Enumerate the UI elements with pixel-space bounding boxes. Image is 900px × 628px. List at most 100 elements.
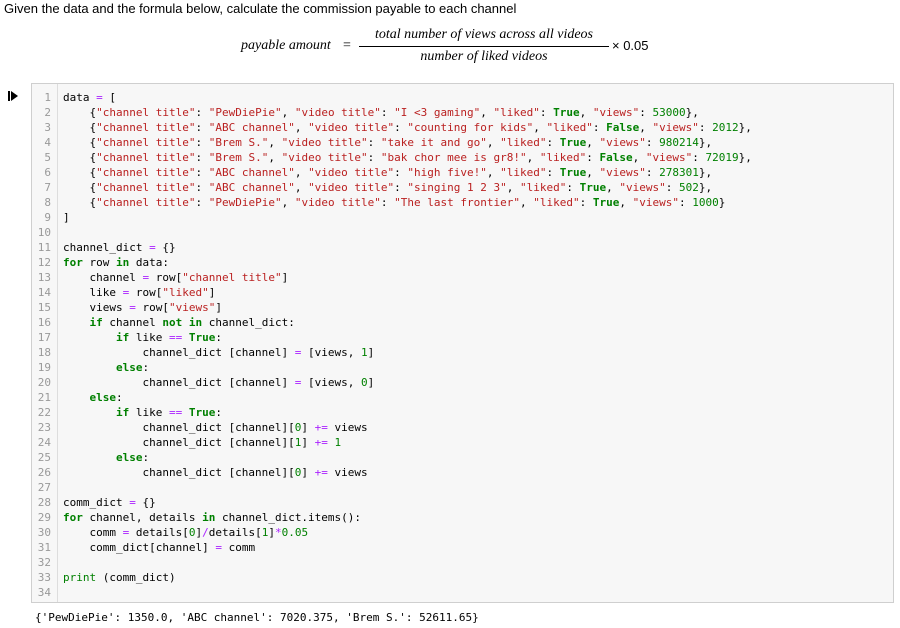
code-text: else: xyxy=(115,451,150,464)
code-text: views = row["views"] xyxy=(63,301,222,314)
code-cell[interactable]: 1 data = [2 {"channel title": "PewDiePie"… xyxy=(31,83,894,603)
code-text: channel_dict [channel][0] += views xyxy=(63,421,368,434)
code-text: comm_dict = {} xyxy=(63,496,156,509)
code-text: print (comm_dict) xyxy=(63,571,176,584)
line-number: 3 xyxy=(44,121,51,134)
line-number: 25 xyxy=(37,451,51,464)
code-line[interactable]: 15 views = row["views"] xyxy=(32,300,893,315)
code-line[interactable]: 25 else: xyxy=(32,450,893,465)
code-text: if like == True: xyxy=(115,331,222,344)
code-text: {"channel title": "ABC channel", "video … xyxy=(63,121,752,134)
code-line[interactable]: 3 {"channel title": "ABC channel", "vide… xyxy=(32,120,893,135)
code-line[interactable]: 20 channel_dict [channel] = [views, 0] xyxy=(32,375,893,390)
code-line[interactable]: 29 for channel, details in channel_dict.i… xyxy=(32,510,893,525)
code-text: {"channel title": "PewDiePie", "video ti… xyxy=(63,106,699,119)
line-number: 21 xyxy=(37,391,51,404)
commission-formula: payable amount = total number of views a… xyxy=(0,26,900,70)
line-number: 28 xyxy=(37,496,51,509)
line-number: 1 xyxy=(44,91,51,104)
code-line[interactable]: 18 channel_dict [channel] = [views, 1] xyxy=(32,345,893,360)
code-line[interactable]: 22 if like == True: xyxy=(32,405,893,420)
line-number: 6 xyxy=(44,166,51,179)
code-line[interactable]: 6 {"channel title": "ABC channel", "vide… xyxy=(32,165,893,180)
formula-multiplier: × 0.05 xyxy=(612,38,649,53)
code-text: else: xyxy=(115,361,150,374)
code-editor[interactable]: 1 data = [2 {"channel title": "PewDiePie"… xyxy=(32,90,893,600)
line-number: 7 xyxy=(44,181,51,194)
code-line[interactable]: 31 comm_dict[channel] = comm xyxy=(32,540,893,555)
code-line[interactable]: 21 else: xyxy=(32,390,893,405)
code-text: if channel not in channel_dict: xyxy=(89,316,295,329)
line-number: 4 xyxy=(44,136,51,149)
code-line[interactable]: 32 xyxy=(32,555,893,570)
code-line[interactable]: 34 xyxy=(32,585,893,600)
code-text: data = [ xyxy=(63,91,116,104)
intro-text: Given the data and the formula below, ca… xyxy=(4,1,517,16)
code-text: {"channel title": "Brem S.", "video titl… xyxy=(63,151,752,164)
code-text: channel_dict [channel] = [views, 0] xyxy=(63,376,375,389)
code-text: channel_dict = {} xyxy=(63,241,176,254)
code-text: channel = row["channel title"] xyxy=(63,271,289,284)
line-number: 29 xyxy=(37,511,51,524)
line-number: 12 xyxy=(37,256,51,269)
code-line[interactable]: 30 comm = details[0]/details[1]*0.05 xyxy=(32,525,893,540)
line-number: 18 xyxy=(37,346,51,359)
code-line[interactable]: 12 for row in data: xyxy=(32,255,893,270)
cell-output: {'PewDiePie': 1350.0, 'ABC channel': 702… xyxy=(35,611,479,624)
code-line[interactable]: 5 {"channel title": "Brem S.", "video ti… xyxy=(32,150,893,165)
line-number: 20 xyxy=(37,376,51,389)
code-line[interactable]: 28 comm_dict = {} xyxy=(32,495,893,510)
code-line[interactable]: 16 if channel not in channel_dict: xyxy=(32,315,893,330)
code-line[interactable]: 9] xyxy=(32,210,893,225)
code-text: {"channel title": "ABC channel", "video … xyxy=(63,166,713,179)
formula-equals: = xyxy=(343,38,351,53)
code-text: channel_dict [channel][1] += 1 xyxy=(63,436,342,449)
line-number: 5 xyxy=(44,151,51,164)
line-number: 23 xyxy=(37,421,51,434)
code-line[interactable]: 4 {"channel title": "Brem S.", "video ti… xyxy=(32,135,893,150)
code-line[interactable]: 27 xyxy=(32,480,893,495)
code-line[interactable]: 17 if like == True: xyxy=(32,330,893,345)
line-number: 9 xyxy=(44,211,51,224)
code-line[interactable]: 2 {"channel title": "PewDiePie", "video … xyxy=(32,105,893,120)
line-number: 17 xyxy=(37,331,51,344)
code-line[interactable]: 24 channel_dict [channel][1] += 1 xyxy=(32,435,893,450)
line-number: 2 xyxy=(44,106,51,119)
code-line[interactable]: 10 xyxy=(32,225,893,240)
line-number: 15 xyxy=(37,301,51,314)
code-line[interactable]: 1 data = [ xyxy=(32,90,893,105)
line-number: 13 xyxy=(37,271,51,284)
code-text: if like == True: xyxy=(115,406,222,419)
code-line[interactable]: 7 {"channel title": "ABC channel", "vide… xyxy=(32,180,893,195)
code-line[interactable]: 8 {"channel title": "PewDiePie", "video … xyxy=(32,195,893,210)
line-number: 10 xyxy=(37,226,51,239)
line-number: 27 xyxy=(37,481,51,494)
code-text: for row in data: xyxy=(63,256,169,269)
code-line[interactable]: 23 channel_dict [channel][0] += views xyxy=(32,420,893,435)
code-text: ] xyxy=(63,211,70,224)
formula-lhs: payable amount xyxy=(241,38,331,53)
code-text: {"channel title": "PewDiePie", "video ti… xyxy=(63,196,726,209)
line-number: 19 xyxy=(37,361,51,374)
line-number: 32 xyxy=(37,556,51,569)
line-number: 22 xyxy=(37,406,51,419)
run-cell-icon[interactable] xyxy=(8,90,22,102)
formula-numerator: total number of views across all videos xyxy=(374,27,594,42)
code-line[interactable]: 11 channel_dict = {} xyxy=(32,240,893,255)
code-text: channel_dict [channel][0] += views xyxy=(63,466,368,479)
code-text: comm = details[0]/details[1]*0.05 xyxy=(63,526,309,539)
code-line[interactable]: 19 else: xyxy=(32,360,893,375)
code-line[interactable]: 14 like = row["liked"] xyxy=(32,285,893,300)
formula-denominator: number of liked videos xyxy=(420,49,548,64)
line-number: 14 xyxy=(37,286,51,299)
code-line[interactable]: 33 print (comm_dict) xyxy=(32,570,893,585)
code-text: {"channel title": "Brem S.", "video titl… xyxy=(63,136,713,149)
formula-fraction-bar xyxy=(359,46,609,47)
code-text: comm_dict[channel] = comm xyxy=(63,541,256,554)
code-line[interactable]: 13 channel = row["channel title"] xyxy=(32,270,893,285)
code-line[interactable]: 26 channel_dict [channel][0] += views xyxy=(32,465,893,480)
line-number: 24 xyxy=(37,436,51,449)
line-number: 11 xyxy=(37,241,51,254)
code-text: for channel, details in channel_dict.ite… xyxy=(63,511,362,524)
line-number: 8 xyxy=(44,196,51,209)
